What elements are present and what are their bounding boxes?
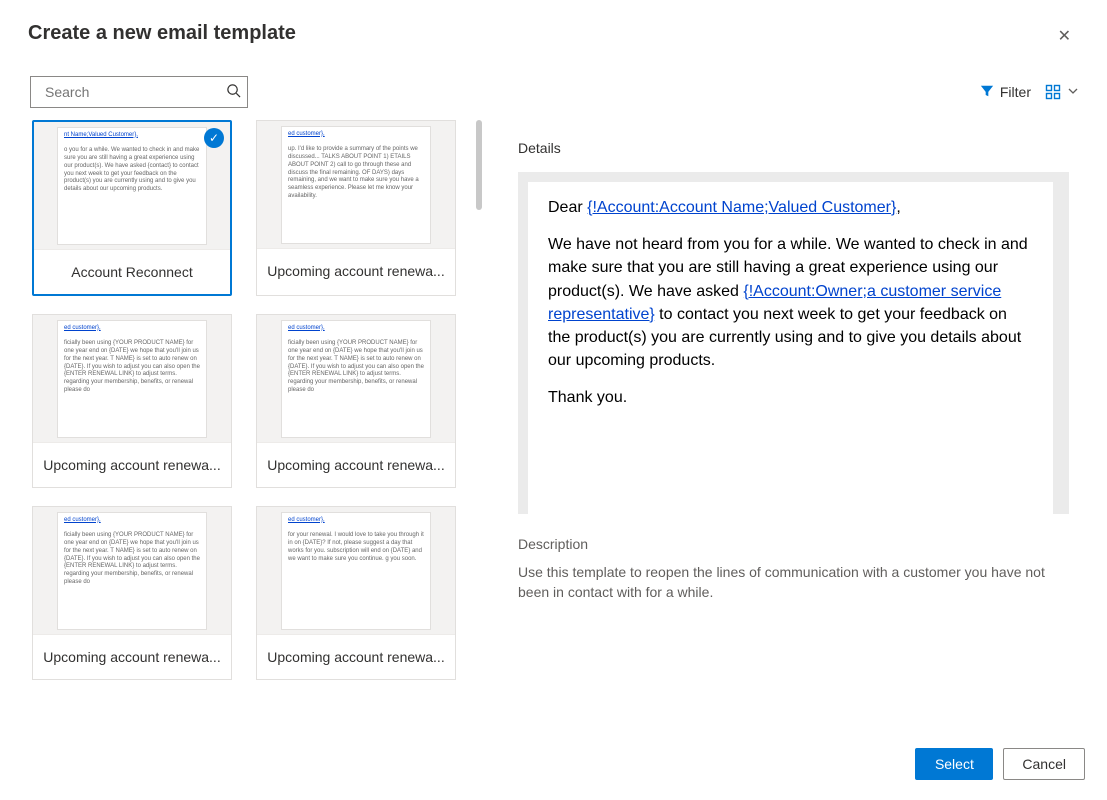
thumbnail-preview: ed customer}, for your renewal. I would …	[281, 512, 431, 630]
close-button[interactable]: ✕	[1050, 22, 1079, 50]
search-input[interactable]	[45, 84, 226, 100]
details-pane: Details Dear {!Account:Account Name;Valu…	[482, 120, 1079, 732]
grid-view-icon[interactable]	[1045, 84, 1061, 100]
template-label: Upcoming account renewa...	[257, 249, 455, 293]
toolbar-right: Filter	[980, 84, 1079, 101]
template-thumbnail: ed customer}, ficially been using {YOUR …	[33, 315, 231, 443]
template-card-account-reconnect[interactable]: ✓ nt Name;Valued Customer}, o you for a …	[32, 120, 232, 296]
toolbar: Filter	[0, 58, 1107, 120]
dialog-header: Create a new email template ✕	[0, 0, 1107, 58]
template-card[interactable]: ed customer}, ficially been using {YOUR …	[32, 314, 232, 488]
description-text: Use this template to reopen the lines of…	[518, 562, 1069, 603]
template-card[interactable]: ed customer}, up. I'd like to provide a …	[256, 120, 456, 296]
filter-label: Filter	[1000, 84, 1031, 100]
cancel-button[interactable]: Cancel	[1003, 748, 1085, 780]
preview-greeting: Dear {!Account:Account Name;Valued Custo…	[548, 196, 1033, 219]
email-template-dialog: Create a new email template ✕ Filter	[0, 0, 1107, 800]
scrollbar-thumb[interactable]	[476, 120, 482, 210]
merge-field-account-name: {!Account:Account Name;Valued Customer}	[587, 199, 896, 216]
thumbnail-preview: ed customer}, ficially been using {YOUR …	[57, 320, 207, 438]
dialog-title: Create a new email template	[28, 22, 296, 45]
chevron-down-icon[interactable]	[1067, 85, 1079, 100]
template-card[interactable]: ed customer}, ficially been using {YOUR …	[256, 314, 456, 488]
description-label: Description	[518, 536, 1069, 552]
template-thumbnail: ed customer}, up. I'd like to provide a …	[257, 121, 455, 249]
template-list-pane: ✓ nt Name;Valued Customer}, o you for a …	[32, 120, 482, 732]
template-card[interactable]: ed customer}, ficially been using {YOUR …	[32, 506, 232, 680]
main-content: ✓ nt Name;Valued Customer}, o you for a …	[0, 120, 1107, 732]
selected-check-icon: ✓	[204, 128, 224, 148]
template-thumbnail: nt Name;Valued Customer}, o you for a wh…	[34, 122, 230, 250]
template-label: Account Reconnect	[34, 250, 230, 294]
filter-button[interactable]: Filter	[980, 84, 1031, 101]
dialog-footer: Select Cancel	[0, 732, 1107, 800]
template-grid: ✓ nt Name;Valued Customer}, o you for a …	[32, 120, 474, 680]
filter-icon	[980, 84, 994, 101]
thumbnail-preview: ed customer}, up. I'd like to provide a …	[281, 126, 431, 244]
template-thumbnail: ed customer}, ficially been using {YOUR …	[33, 507, 231, 635]
details-heading: Details	[518, 140, 1069, 156]
close-icon: ✕	[1058, 28, 1071, 45]
preview-body: We have not heard from you for a while. …	[548, 233, 1033, 372]
preview-closing: Thank you.	[548, 386, 1033, 409]
template-preview: Dear {!Account:Account Name;Valued Custo…	[518, 172, 1069, 514]
view-switcher[interactable]	[1045, 84, 1079, 100]
template-card[interactable]: ed customer}, for your renewal. I would …	[256, 506, 456, 680]
thumbnail-preview: ed customer}, ficially been using {YOUR …	[281, 320, 431, 438]
search-icon[interactable]	[226, 83, 241, 101]
template-label: Upcoming account renewa...	[257, 443, 455, 487]
template-label: Upcoming account renewa...	[33, 635, 231, 679]
thumbnail-preview: nt Name;Valued Customer}, o you for a wh…	[57, 127, 207, 245]
search-field-wrap[interactable]	[30, 76, 248, 108]
template-label: Upcoming account renewa...	[257, 635, 455, 679]
template-label: Upcoming account renewa...	[33, 443, 231, 487]
thumbnail-preview: ed customer}, ficially been using {YOUR …	[57, 512, 207, 630]
template-thumbnail: ed customer}, for your renewal. I would …	[257, 507, 455, 635]
template-thumbnail: ed customer}, ficially been using {YOUR …	[257, 315, 455, 443]
select-button[interactable]: Select	[915, 748, 993, 780]
